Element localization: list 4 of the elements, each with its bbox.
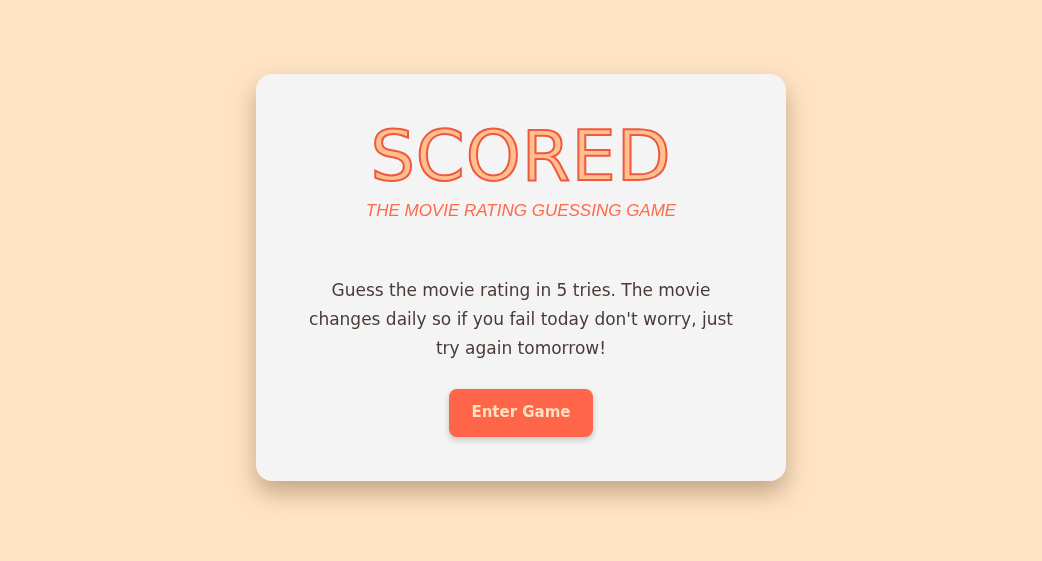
enter-game-button[interactable]: Enter Game [449, 388, 593, 437]
tagline: THE MOVIE RATING GUESSING GAME [365, 200, 677, 222]
intro-text: Guess the movie rating in 5 tries. The movie changes daily so if you fail today don't worry, just try again tomorrow! [308, 278, 734, 360]
logo-title: SCORED [370, 120, 672, 192]
